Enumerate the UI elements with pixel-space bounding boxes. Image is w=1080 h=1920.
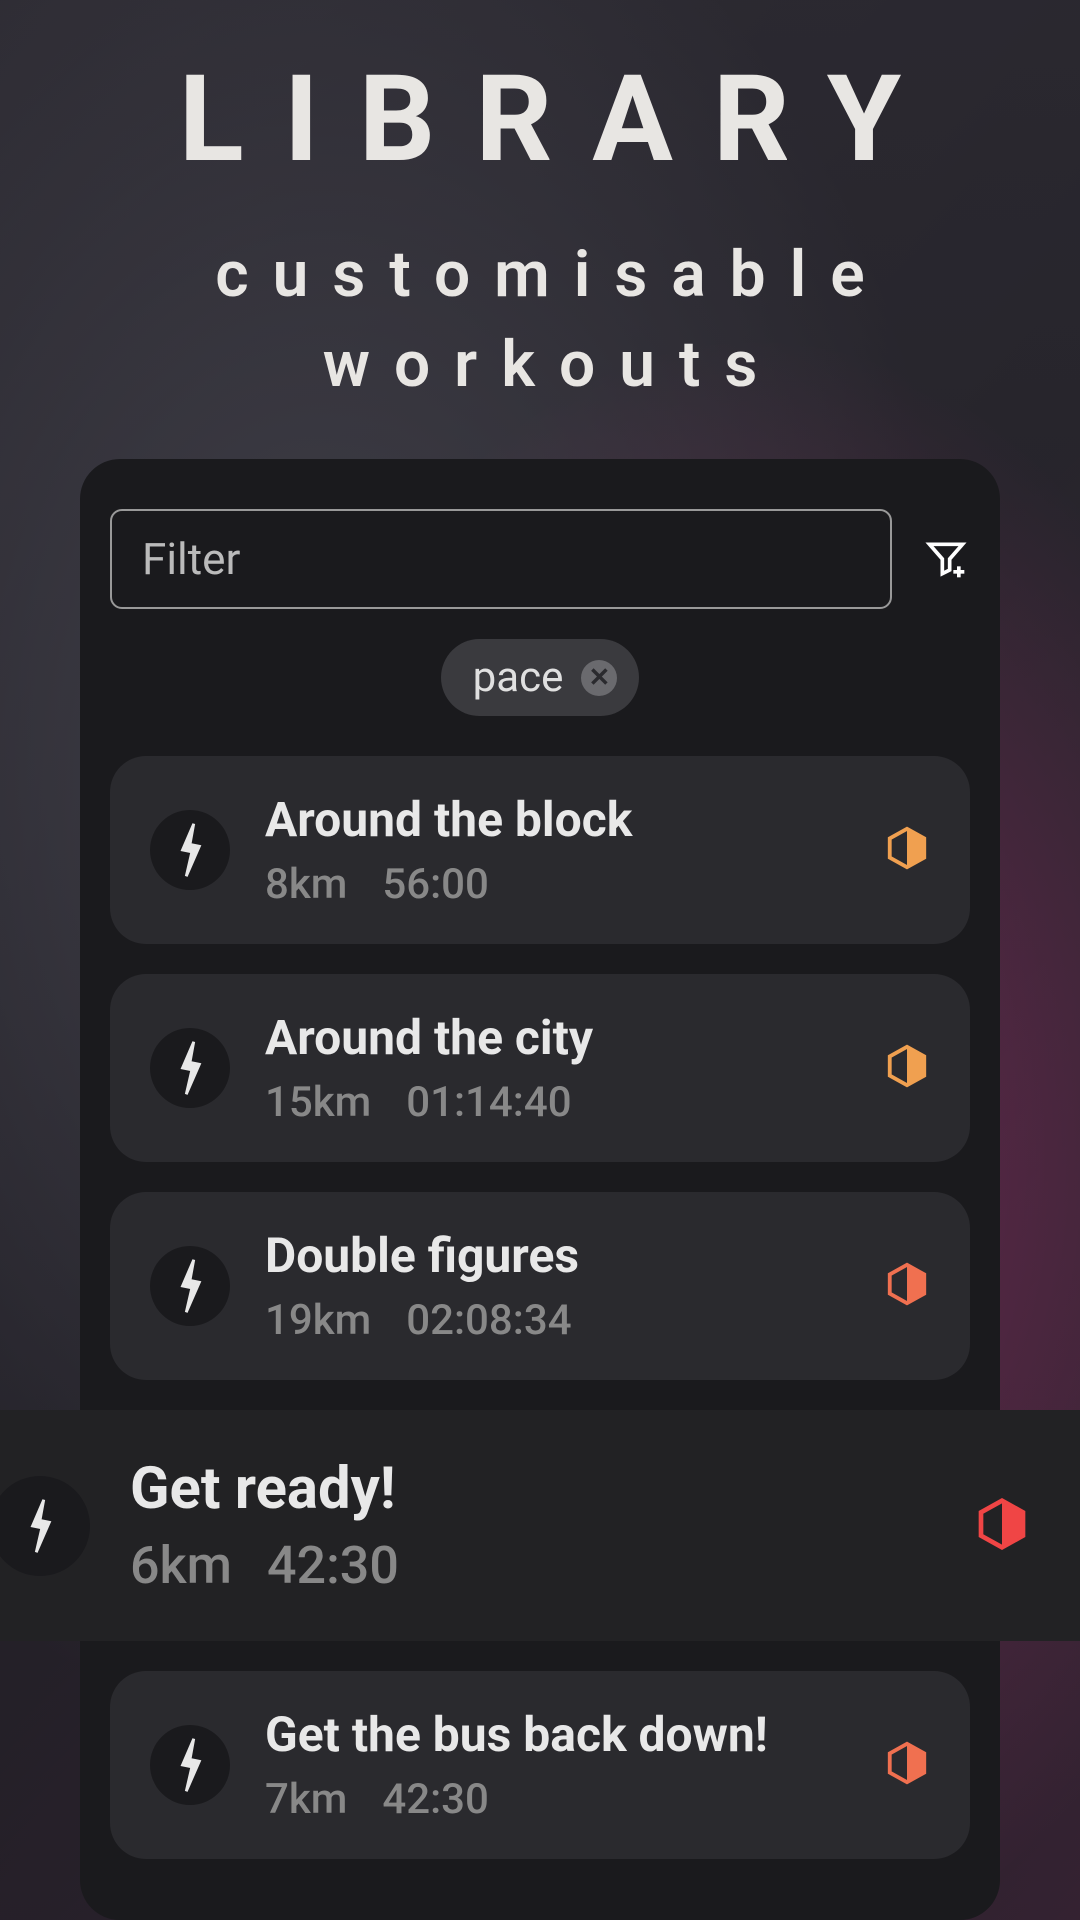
workout-distance: 19km bbox=[265, 1296, 371, 1345]
workout-bolt-icon bbox=[150, 1725, 230, 1805]
filter-chip-pace[interactable]: pace ✕ bbox=[441, 639, 640, 716]
workout-stats: 8km 56:00 bbox=[265, 860, 849, 909]
workout-distance: 6km bbox=[130, 1535, 232, 1596]
page-title: LIBRARY bbox=[139, 50, 941, 190]
workout-duration: 02:08:34 bbox=[406, 1296, 571, 1345]
workout-duration: 01:14:40 bbox=[406, 1078, 571, 1127]
workout-bolt-icon bbox=[150, 1028, 230, 1108]
workout-distance: 7km bbox=[265, 1775, 347, 1824]
chip-close-icon[interactable]: ✕ bbox=[581, 660, 617, 696]
workout-title: Around the block bbox=[265, 791, 849, 848]
workout-bolt-icon bbox=[0, 1476, 90, 1576]
difficulty-icon bbox=[884, 1043, 930, 1093]
filter-placeholder: Filter bbox=[142, 533, 240, 585]
workout-item[interactable]: Get the bus back down! 7km 42:30 bbox=[110, 1671, 970, 1859]
difficulty-icon bbox=[884, 1261, 930, 1311]
difficulty-icon bbox=[884, 825, 930, 875]
workout-distance: 8km bbox=[265, 860, 347, 909]
filter-input[interactable]: Filter bbox=[110, 509, 892, 609]
workout-stats: 6km 42:30 bbox=[130, 1535, 934, 1596]
workout-item[interactable]: Get ready! 6km 42:30 bbox=[0, 1410, 1080, 1641]
workout-duration: 56:00 bbox=[382, 860, 489, 909]
difficulty-icon bbox=[974, 1496, 1030, 1556]
workout-item[interactable]: Double figures 19km 02:08:34 bbox=[110, 1192, 970, 1380]
workout-item[interactable]: Around the block 8km 56:00 bbox=[110, 756, 970, 944]
workout-distance: 15km bbox=[265, 1078, 371, 1127]
chip-label: pace bbox=[473, 653, 564, 702]
workout-stats: 15km 01:14:40 bbox=[265, 1078, 849, 1127]
workout-title: Get the bus back down! bbox=[265, 1706, 849, 1763]
workouts-list: Around the block 8km 56:00 Around the city… bbox=[80, 756, 1000, 1859]
filter-add-icon[interactable] bbox=[922, 535, 970, 583]
workout-title: Around the city bbox=[265, 1009, 849, 1066]
workout-duration: 42:30 bbox=[382, 1775, 489, 1824]
workout-title: Get ready! bbox=[130, 1455, 934, 1523]
workout-title: Double figures bbox=[265, 1227, 849, 1284]
workout-bolt-icon bbox=[150, 1246, 230, 1326]
workout-info: Around the city 15km 01:14:40 bbox=[265, 1009, 849, 1127]
workout-stats: 19km 02:08:34 bbox=[265, 1296, 849, 1345]
workout-stats: 7km 42:30 bbox=[265, 1775, 849, 1824]
page-subtitle: customisable workouts bbox=[191, 230, 889, 409]
workout-info: Around the block 8km 56:00 bbox=[265, 791, 849, 909]
workout-bolt-icon bbox=[150, 810, 230, 890]
workout-panel: Filter pace ✕ Around the block 8km 56:00 bbox=[80, 459, 1000, 1920]
workout-info: Double figures 19km 02:08:34 bbox=[265, 1227, 849, 1345]
workout-info: Get ready! 6km 42:30 bbox=[130, 1455, 934, 1596]
difficulty-icon bbox=[884, 1740, 930, 1790]
workout-info: Get the bus back down! 7km 42:30 bbox=[265, 1706, 849, 1824]
workout-duration: 42:30 bbox=[267, 1535, 399, 1596]
workout-item[interactable]: Around the city 15km 01:14:40 bbox=[110, 974, 970, 1162]
